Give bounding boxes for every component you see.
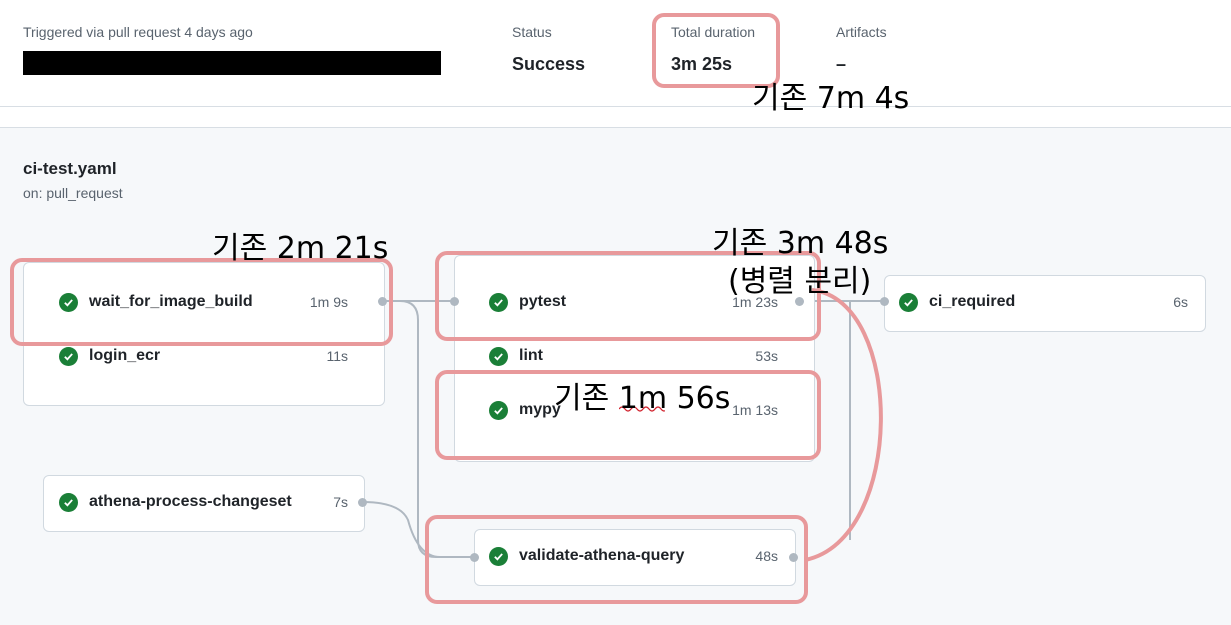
note-wait-before: 기존 2m 21s	[212, 231, 389, 266]
highlight-curve	[804, 288, 883, 562]
note-total-before: 기존 7m 4s	[752, 81, 910, 116]
note-mypy-before: 기존 1m 56s	[554, 381, 731, 416]
note-pytest-parallel: (병렬 분리)	[728, 264, 872, 299]
